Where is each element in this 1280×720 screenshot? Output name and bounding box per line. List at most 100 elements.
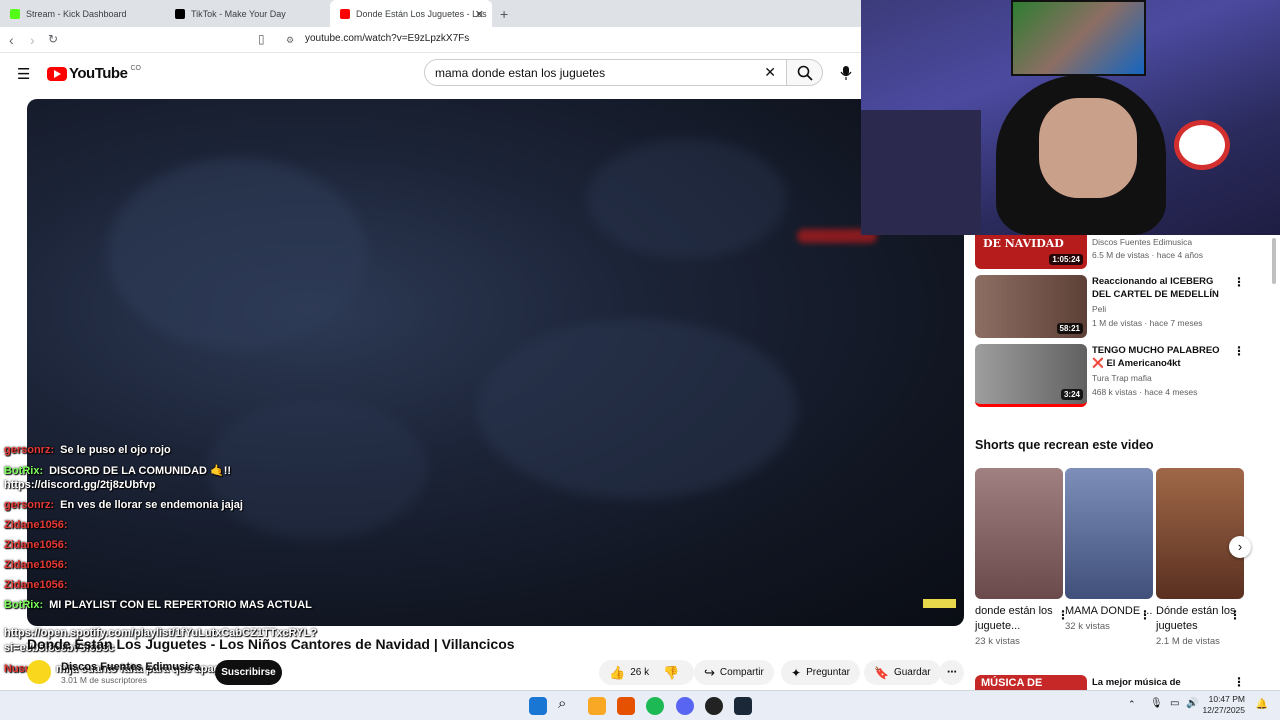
person-face xyxy=(1039,98,1137,198)
more-options-icon[interactable]: ⋮ xyxy=(1233,275,1245,289)
subscribe-button[interactable]: Suscribirse xyxy=(215,660,282,685)
clock-time: 10:47 PM xyxy=(1208,694,1245,704)
video-thumbnail[interactable]: DE NAVIDAD 1:05:24 xyxy=(975,235,1087,269)
file-explorer-icon[interactable] xyxy=(588,697,606,715)
tab-tiktok[interactable]: TikTok - Make Your Day xyxy=(165,0,330,27)
chat-text: https://discord.gg/2tj8zUbfvp xyxy=(4,479,156,491)
video-title[interactable]: La mejor música de Diciembre xyxy=(1092,676,1224,690)
system-clock[interactable]: 10:47 PM 12/27/2025 xyxy=(1202,694,1245,716)
short-thumbnail[interactable] xyxy=(1156,468,1244,599)
chat-username: Zidane1056: xyxy=(4,579,68,591)
tab-title: TikTok - Make Your Day xyxy=(191,8,286,19)
short-thumbnail[interactable] xyxy=(975,468,1063,599)
microphone-tray-icon[interactable]: 🎙 xyxy=(1150,698,1163,709)
chat-username: BotRix: xyxy=(4,465,44,477)
save-button[interactable]: 🔖 Guardar xyxy=(864,660,941,685)
more-options-icon[interactable]: ⋮ xyxy=(1139,608,1151,622)
menu-icon[interactable]: ☰ xyxy=(17,65,30,83)
site-info-icon[interactable]: ⚙ xyxy=(286,35,294,46)
chat-message: Zidane1056: xyxy=(4,539,74,551)
more-options-icon[interactable]: ⋮ xyxy=(1233,344,1245,358)
channel-name[interactable]: Discos Fuentes Edimusica xyxy=(1092,237,1192,247)
video-title[interactable]: Reaccionando al ICEBERG DEL CARTEL DE ME… xyxy=(1092,275,1224,301)
network-icon[interactable]: ▭ xyxy=(1170,698,1179,709)
duration-badge: 58:21 xyxy=(1056,323,1083,334)
bookmark-icon: 🔖 xyxy=(874,665,889,680)
brave-browser-icon[interactable] xyxy=(617,697,635,715)
share-button[interactable]: ↪ Compartir xyxy=(694,660,774,685)
logo-text: YouTube xyxy=(69,65,128,82)
spotify-icon[interactable] xyxy=(646,697,664,715)
tab-title: Stream - Kick Dashboard xyxy=(26,8,127,19)
short-card[interactable]: MAMA DONDE ... 32 k vistas ⋮ xyxy=(1065,468,1153,632)
back-icon[interactable]: ‹ xyxy=(9,32,14,48)
video-meta: 468 k vistas · hace 4 meses xyxy=(1092,387,1198,397)
short-views: 32 k vistas xyxy=(1065,621,1110,632)
notification-bell-icon[interactable]: 🔔 xyxy=(1256,699,1268,710)
volume-icon[interactable]: 🔊 xyxy=(1186,698,1198,709)
video-thumbnail[interactable]: 58:21 xyxy=(975,275,1087,338)
microphone-icon[interactable] xyxy=(840,65,852,81)
youtube-play-icon xyxy=(47,66,67,81)
search-input[interactable]: mama donde estan los juguetes ✕ xyxy=(424,59,787,86)
short-title[interactable]: donde están los juguete... xyxy=(975,604,1063,634)
more-options-icon[interactable]: ⋮ xyxy=(1229,608,1241,622)
short-views: 2.1 M de vistas xyxy=(1156,636,1220,647)
webcam-overlay xyxy=(861,0,1280,235)
video-title[interactable]: TENGO MUCHO PALABREO ❌ El Americano4kt xyxy=(1092,344,1224,370)
dislike-icon[interactable]: 👎 xyxy=(663,665,679,681)
video-thumbnail[interactable]: MÚSICA DE xyxy=(975,675,1087,690)
tab-youtube[interactable]: Donde Están Los Juguetes - Los ✕ xyxy=(330,0,492,27)
short-card[interactable]: Dónde están los juguetes 2.1 M de vistas… xyxy=(1156,468,1244,647)
more-options-icon[interactable]: ⋮ xyxy=(1233,675,1245,689)
related-video[interactable]: 58:21 Reaccionando al ICEBERG DEL CARTEL… xyxy=(975,275,1245,339)
related-video[interactable]: 3:24 TENGO MUCHO PALABREO ❌ El Americano… xyxy=(975,344,1245,408)
video-meta: 1 M de vistas · hace 7 meses xyxy=(1092,318,1203,328)
scrollbar-thumb[interactable] xyxy=(1272,238,1276,284)
channel-name[interactable]: Tura Trap mafia xyxy=(1092,373,1152,383)
video-thumbnail[interactable]: 3:24 xyxy=(975,344,1087,407)
more-actions-button[interactable]: ⋯ xyxy=(939,660,964,685)
channel-name[interactable]: Peli xyxy=(1092,304,1106,314)
close-tab-icon[interactable]: ✕ xyxy=(475,8,484,21)
chat-message: BotRix: DISCORD DE LA COMUNIDAD 🤙!! xyxy=(4,464,231,477)
url-field[interactable]: youtube.com/watch?v=E9zLpzkX7Fs xyxy=(305,33,469,44)
shorts-heading: Shorts que recrean este video xyxy=(975,438,1154,452)
tab-kick[interactable]: Stream - Kick Dashboard xyxy=(0,0,165,27)
clock-date: 12/27/2025 xyxy=(1202,705,1245,715)
short-card[interactable]: donde están los juguete... 23 k vistas ⋮ xyxy=(975,468,1069,647)
like-icon[interactable]: 👍 xyxy=(609,665,625,681)
channel-avatar[interactable] xyxy=(27,660,51,684)
chat-message: Zidane1056: xyxy=(4,579,74,591)
like-dislike-group: 👍 26 k 👎 xyxy=(599,660,694,685)
discord-icon[interactable] xyxy=(676,697,694,715)
clear-search-icon[interactable]: ✕ xyxy=(764,64,776,81)
reload-icon[interactable]: ↻ xyxy=(48,32,58,46)
video-player[interactable] xyxy=(27,99,964,626)
search-button[interactable] xyxy=(786,59,823,86)
shorts-next-button[interactable]: › xyxy=(1229,536,1251,558)
related-video[interactable]: MÚSICA DE La mejor música de Diciembre ⋮ xyxy=(975,675,1245,690)
search-icon xyxy=(797,65,813,81)
obs-icon[interactable] xyxy=(705,697,723,715)
start-icon[interactable] xyxy=(529,697,547,715)
chat-username: gersonrz: xyxy=(4,499,55,511)
video-meta: 6.5 M de vistas · hace 4 años xyxy=(1092,250,1204,260)
tray-expand-icon[interactable]: ⌃ xyxy=(1128,699,1136,710)
search-value: mama donde estan los juguetes xyxy=(435,66,606,80)
channel-name[interactable]: Discos Fuentes Edimusica xyxy=(61,661,200,673)
chat-text: MI PLAYLIST CON EL REPERTORIO MAS ACTUAL xyxy=(49,599,312,611)
duration-badge: 1:05:24 xyxy=(1049,254,1083,265)
short-views: 23 k vistas xyxy=(975,636,1020,647)
bookmark-icon[interactable]: ▯ xyxy=(258,32,265,46)
new-tab-button[interactable]: + xyxy=(500,6,508,22)
short-thumbnail[interactable] xyxy=(1065,468,1153,599)
search-icon[interactable]: ⌕ xyxy=(558,695,576,713)
video-title: Donde Están Los Juguetes - Los Niños Can… xyxy=(27,636,515,652)
youtube-logo[interactable]: YouTube CO xyxy=(47,65,141,82)
chat-message: gersonrz: Se le puso el ojo rojo xyxy=(4,444,171,456)
forward-icon[interactable]: › xyxy=(30,32,35,48)
like-count[interactable]: 26 k xyxy=(630,667,649,678)
ask-button[interactable]: ✦ Preguntar xyxy=(781,660,860,685)
steam-icon[interactable] xyxy=(734,697,752,715)
